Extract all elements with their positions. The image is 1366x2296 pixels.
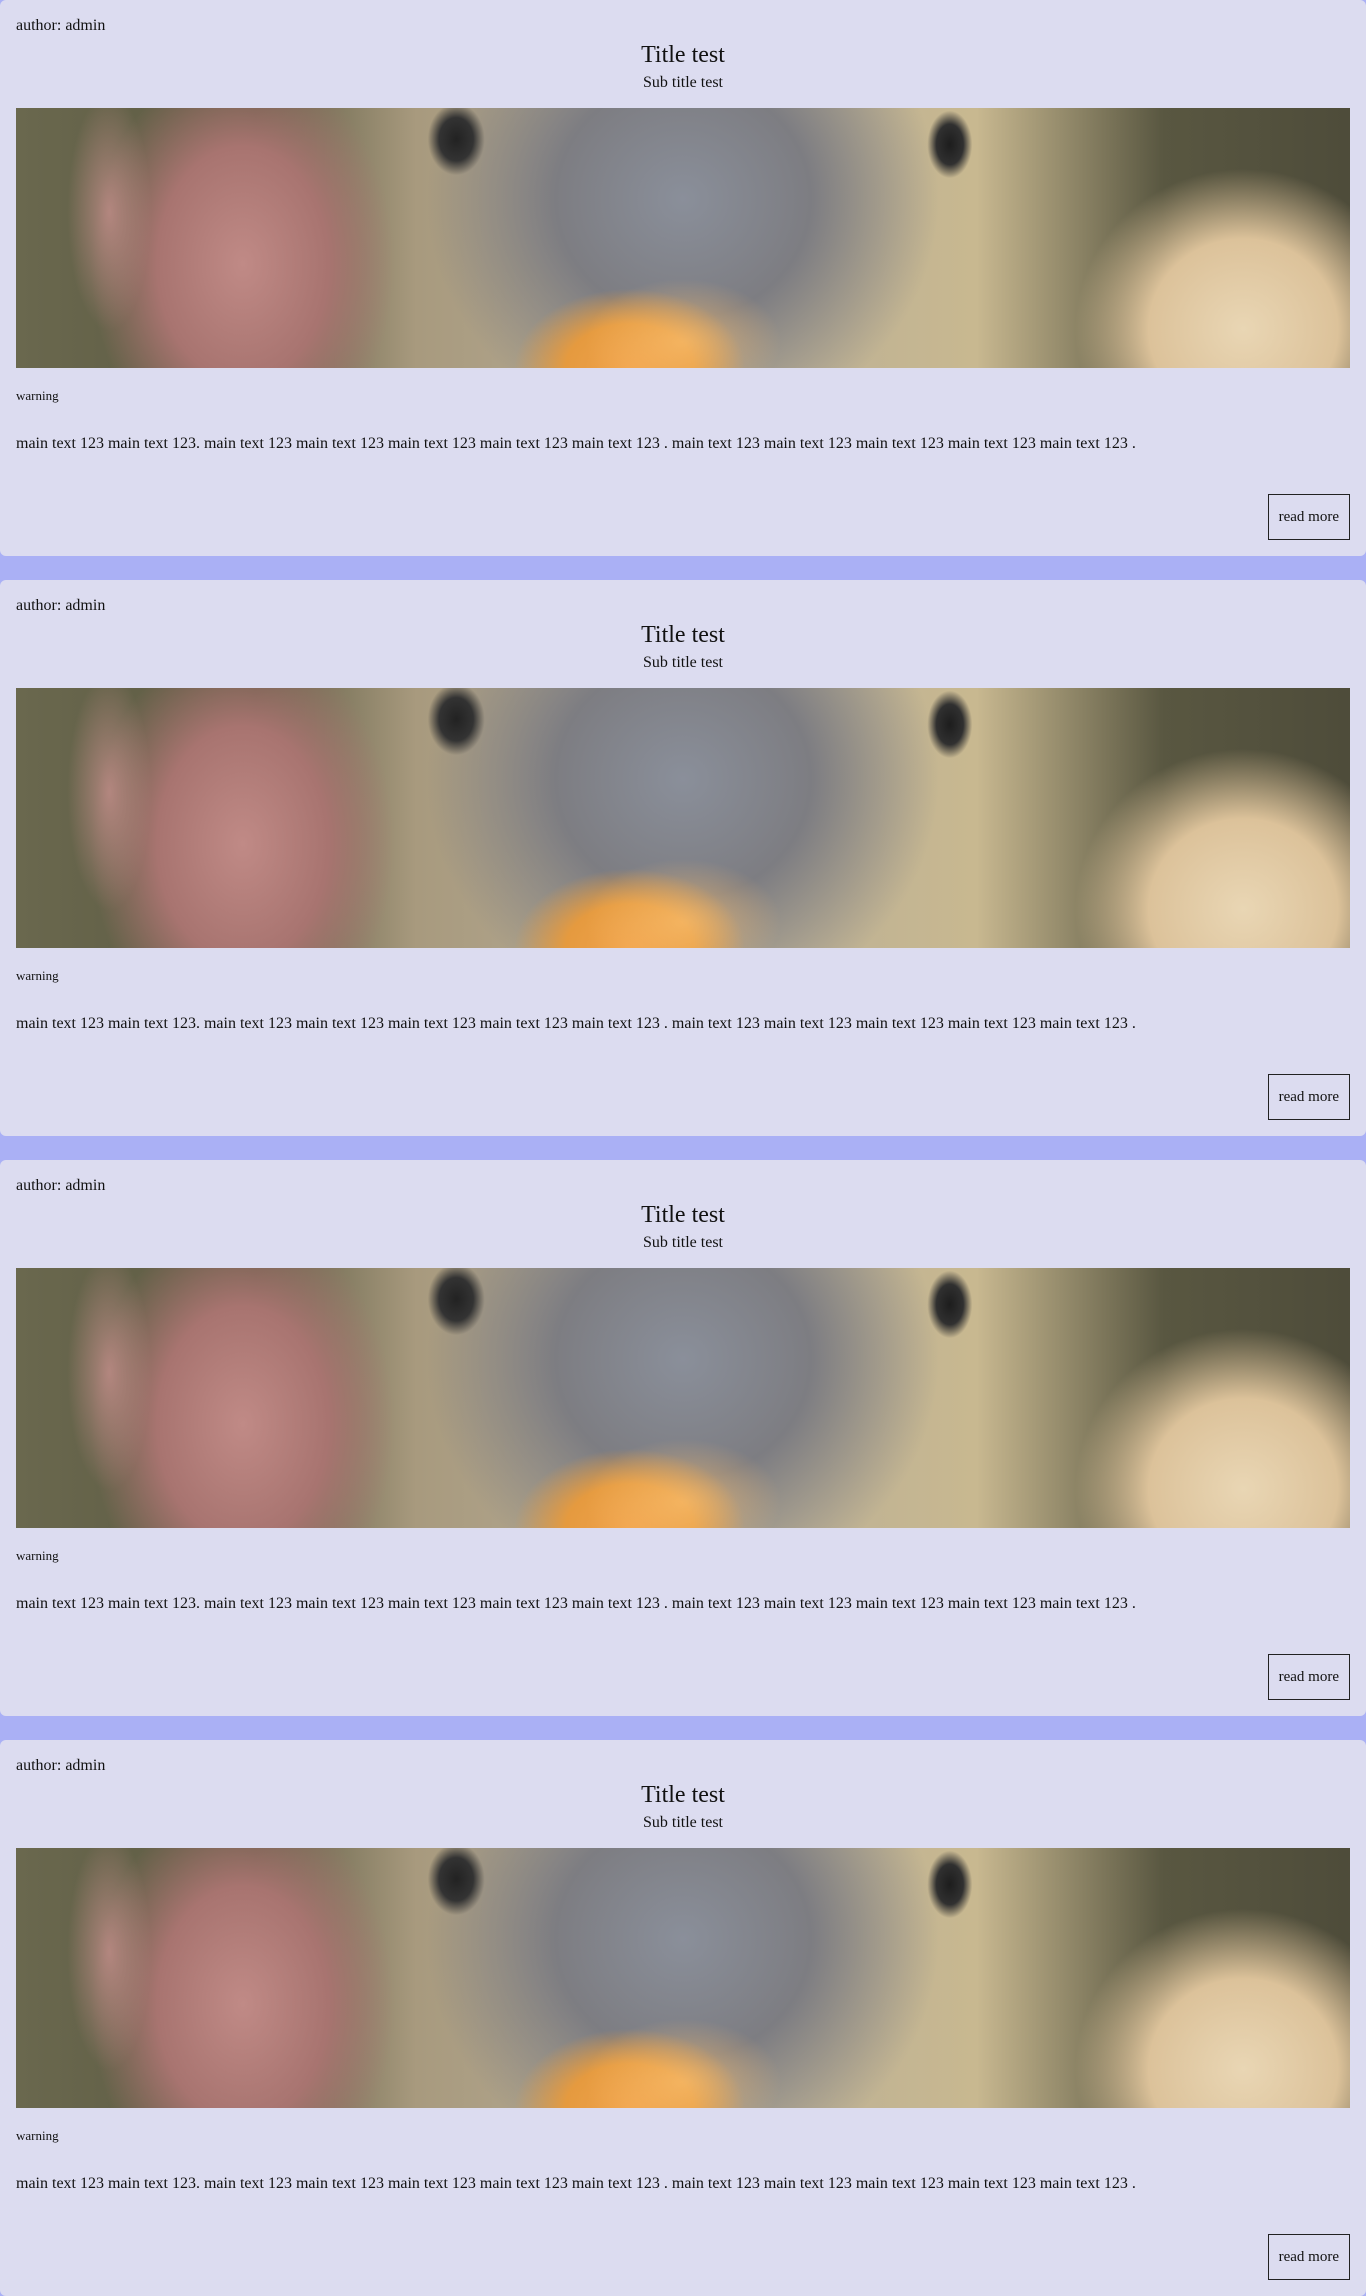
post-image-overlay [16, 688, 1350, 948]
post-main-text: main text 123 main text 123. main text 1… [16, 1595, 1136, 1612]
post-subtitle: Sub title test [643, 1814, 723, 1831]
post-author: author: admin [16, 597, 106, 614]
post-image-overlay [16, 108, 1350, 368]
post-image [16, 108, 1350, 368]
post-card: author: admin Title test Sub title test … [0, 0, 1366, 556]
post-author: author: admin [16, 17, 106, 34]
read-more-button[interactable]: read more [1267, 1654, 1350, 1700]
post-title: Title test [641, 1782, 725, 1808]
read-more-button[interactable]: read more [1267, 494, 1350, 540]
post-warning: warning [16, 1548, 59, 1563]
post-image [16, 688, 1350, 948]
read-more-button[interactable]: read more [1267, 1074, 1350, 1120]
post-subtitle: Sub title test [643, 1234, 723, 1251]
read-more-button[interactable]: read more [1267, 2234, 1350, 2280]
post-main-text: main text 123 main text 123. main text 1… [16, 435, 1136, 452]
post-image-overlay [16, 1848, 1350, 2108]
post-subtitle: Sub title test [643, 74, 723, 91]
post-image-overlay [16, 1268, 1350, 1528]
post-card: author: admin Title test Sub title test … [0, 1740, 1366, 2296]
post-author: author: admin [16, 1757, 106, 1774]
post-card: author: admin Title test Sub title test … [0, 1160, 1366, 1716]
post-main-text: main text 123 main text 123. main text 1… [16, 1015, 1136, 1032]
post-warning: warning [16, 968, 59, 983]
post-warning: warning [16, 2128, 59, 2143]
post-author: author: admin [16, 1177, 106, 1194]
post-title: Title test [641, 42, 725, 68]
post-subtitle: Sub title test [643, 654, 723, 671]
post-warning: warning [16, 388, 59, 403]
post-title: Title test [641, 622, 725, 648]
post-main-text: main text 123 main text 123. main text 1… [16, 2175, 1136, 2192]
post-image [16, 1268, 1350, 1528]
post-card: author: admin Title test Sub title test … [0, 580, 1366, 1136]
post-title: Title test [641, 1202, 725, 1228]
post-image [16, 1848, 1350, 2108]
